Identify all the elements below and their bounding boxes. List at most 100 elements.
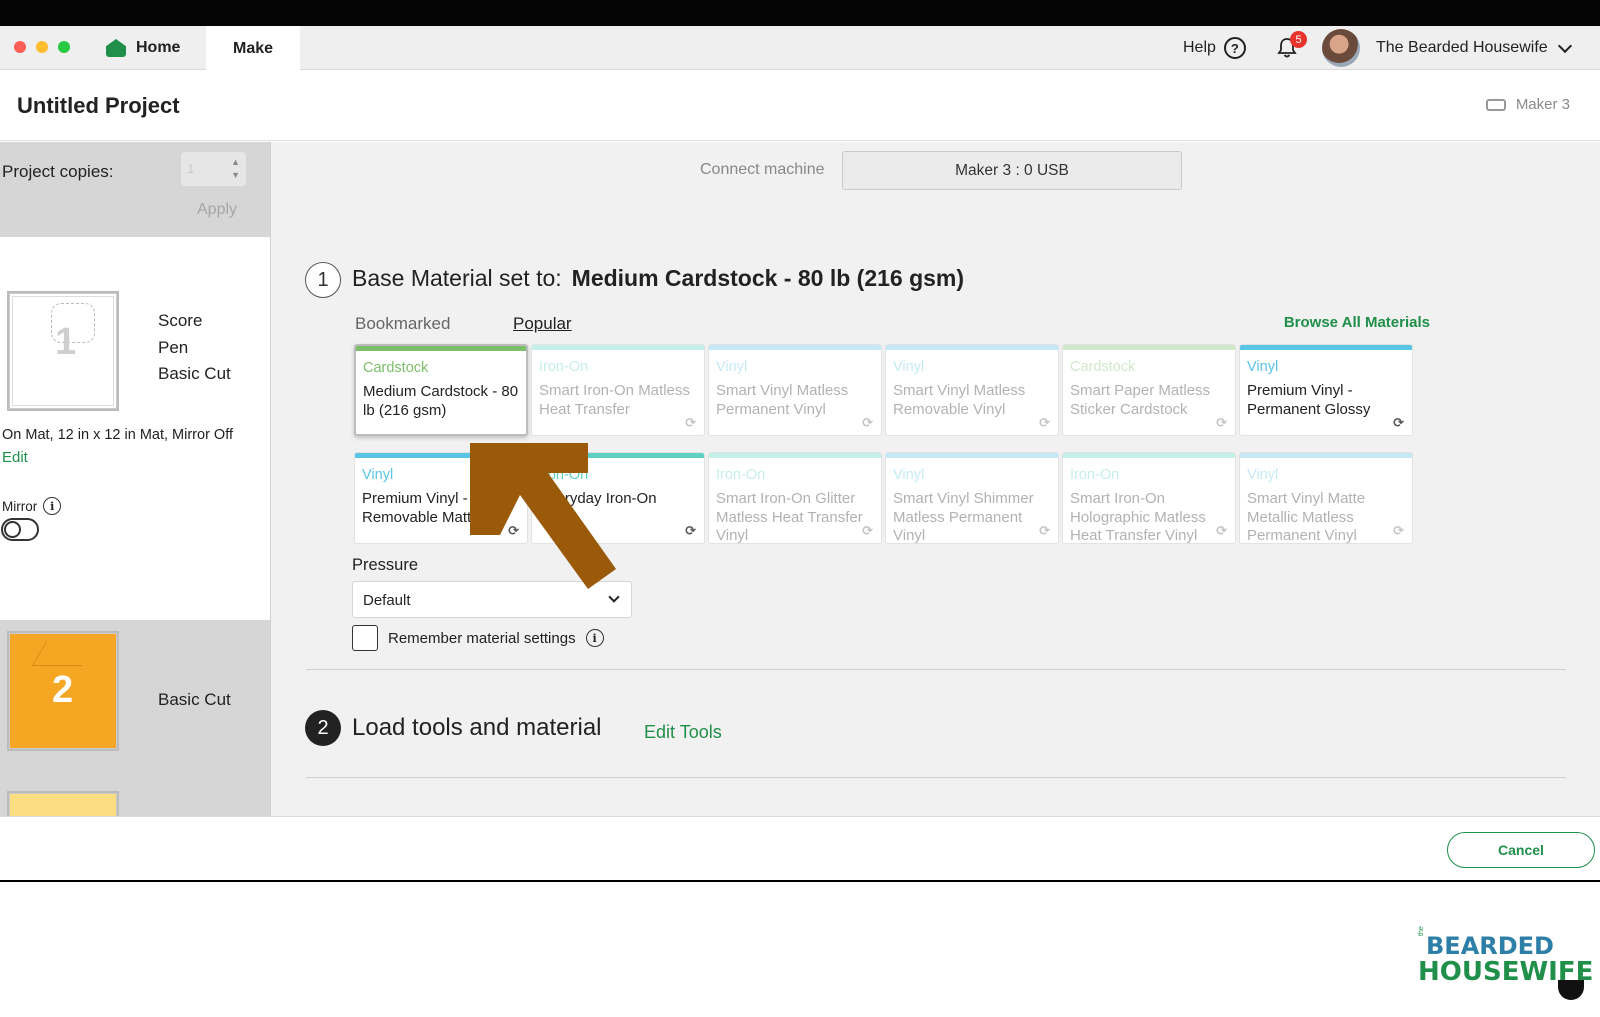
material-category-bar <box>532 345 704 350</box>
material-category-bar <box>886 453 1058 458</box>
help-button[interactable]: Help ? <box>1183 26 1246 70</box>
tab-make[interactable]: Make <box>206 26 300 71</box>
cancel-button[interactable]: Cancel <box>1447 832 1595 868</box>
home-icon <box>106 39 126 57</box>
cricut-icon: ⟳ <box>862 415 873 430</box>
project-copies-stepper[interactable]: 1 ▲ ▼ <box>181 152 246 186</box>
material-category: Vinyl <box>893 467 925 483</box>
material-category-bar <box>1240 345 1412 350</box>
material-card[interactable]: Vinyl Smart Vinyl Matte Metallic Matless … <box>1239 452 1413 544</box>
cricut-icon: ⟳ <box>1216 415 1227 430</box>
material-name: Smart Vinyl Matless Permanent Vinyl <box>716 382 849 418</box>
maximize-window-button[interactable] <box>58 41 70 53</box>
base-material-heading: Base Material set to: Medium Cardstock - … <box>352 265 964 292</box>
step-1-number: 1 <box>305 262 341 298</box>
material-name: Smart Iron-On Glitter Matless Heat Trans… <box>716 490 863 544</box>
remember-material-checkbox[interactable] <box>352 625 378 651</box>
info-icon[interactable]: i <box>585 629 604 647</box>
material-card[interactable]: Iron-On Smart Iron-On Glitter Matless Hea… <box>708 452 882 544</box>
material-name: Smart Vinyl Matless Removable Vinyl <box>893 382 1026 418</box>
material-category-bar <box>886 345 1058 350</box>
material-name: Medium Cardstock - 80 lb (216 gsm) <box>363 383 519 419</box>
tab-bookmarked[interactable]: Bookmarked <box>355 314 450 334</box>
material-card[interactable]: Iron-On Smart Iron-On Holographic Matless… <box>1062 452 1236 544</box>
material-name: Smart Iron-On Holographic Matless Heat T… <box>1070 490 1206 544</box>
material-card[interactable]: Cardstock Medium Cardstock - 80 lb (216 g… <box>354 344 528 436</box>
operation-basic-cut: Basic Cut <box>158 364 231 383</box>
material-card[interactable]: Vinyl Smart Vinyl Shimmer Matless Permane… <box>885 452 1059 544</box>
project-header: Untitled Project Maker 3 <box>0 71 1600 141</box>
mat-2-number: 2 <box>52 669 74 711</box>
cricut-icon: ⟳ <box>1393 523 1404 538</box>
material-card[interactable]: Vinyl Smart Vinyl Matless Permanent Vinyl… <box>708 344 882 436</box>
notifications-button[interactable]: 5 <box>1276 31 1307 61</box>
material-category-bar <box>1063 345 1235 350</box>
material-category: Iron-On <box>716 467 766 483</box>
material-category: Iron-On <box>539 359 589 375</box>
footer-bar: Cancel <box>0 816 1600 882</box>
material-name: Smart Iron-On Matless Heat Transfer <box>539 382 690 418</box>
operation-score: Score <box>158 311 203 330</box>
material-card[interactable]: Vinyl Smart Vinyl Matless Removable Vinyl… <box>885 344 1059 436</box>
beard-icon <box>1558 980 1584 1000</box>
material-category-bar <box>709 453 881 458</box>
info-icon[interactable]: i <box>43 497 62 515</box>
tab-home-label: Home <box>136 39 181 56</box>
user-menu[interactable]: The Bearded Housewife <box>1376 26 1572 70</box>
avatar[interactable] <box>1322 29 1360 67</box>
title-bar: Home Make Help ? 5 The Bearded Housewife <box>0 26 1600 71</box>
mat-1-settings: On Mat, 12 in x 12 in Mat, Mirror Off <box>2 427 234 443</box>
material-name: Smart Paper Matless Sticker Cardstock <box>1070 382 1211 418</box>
material-category-bar <box>1063 453 1235 458</box>
project-copies-value: 1 <box>187 161 195 176</box>
help-label: Help <box>1183 39 1216 56</box>
material-category: Cardstock <box>363 360 429 376</box>
mirror-toggle[interactable] <box>1 518 39 541</box>
material-category: Vinyl <box>1247 359 1279 375</box>
connect-machine-label: Connect machine <box>700 161 825 178</box>
material-card[interactable]: Vinyl Premium Vinyl - Permanent Glossy ⟳ <box>1239 344 1413 436</box>
edit-tools-link[interactable]: Edit Tools <box>644 722 722 743</box>
project-copies-box: Project copies: 1 ▲ ▼ Apply <box>0 142 270 237</box>
tab-popular[interactable]: Popular <box>513 314 572 334</box>
operation-pen: Pen <box>158 337 189 357</box>
section-divider <box>306 669 1566 670</box>
machine-name: Maker 3 <box>1515 96 1570 113</box>
material-card[interactable]: Cardstock Smart Paper Matless Sticker Car… <box>1062 344 1236 436</box>
tab-home[interactable]: Home <box>106 26 180 70</box>
mirror-label-row: Mirror i <box>2 497 62 515</box>
apply-button[interactable]: Apply <box>197 201 237 219</box>
base-material-prefix: Base Material set to: <box>352 265 562 291</box>
remember-material-label: Remember material settings <box>388 629 576 647</box>
cricut-icon: ⟳ <box>1216 523 1227 538</box>
cricut-icon: ⟳ <box>1039 523 1050 538</box>
project-copies-label: Project copies: <box>2 162 114 181</box>
material-name: Smart Vinyl Matte Metallic Matless Perma… <box>1247 490 1366 544</box>
minimize-window-button[interactable] <box>36 41 48 53</box>
section-divider <box>306 777 1566 778</box>
close-window-button[interactable] <box>14 41 26 53</box>
material-card[interactable]: Iron-On Smart Iron-On Matless Heat Transf… <box>531 344 705 436</box>
stepper-arrows-icon[interactable]: ▲ ▼ <box>231 156 240 182</box>
load-tools-heading: Load tools and material <box>352 714 602 741</box>
edit-mat-link[interactable]: Edit <box>2 449 28 466</box>
material-name: Smart Vinyl Shimmer Matless Permanent Vi… <box>893 490 1034 544</box>
mat-1-thumbnail[interactable]: 1 <box>7 291 119 411</box>
step-2-number: 2 <box>305 710 341 746</box>
browse-all-materials-link[interactable]: Browse All Materials <box>1284 314 1430 331</box>
material-name: Premium Vinyl - Permanent Glossy <box>1247 382 1371 418</box>
cricut-design-space-window: Home Make Help ? 5 The Bearded Housewife… <box>0 26 1600 882</box>
cricut-icon: ⟳ <box>685 415 696 430</box>
user-name: The Bearded Housewife <box>1376 39 1548 56</box>
material-category: Vinyl <box>1247 467 1279 483</box>
notification-badge: 5 <box>1290 31 1307 48</box>
material-category: Vinyl <box>716 359 748 375</box>
remember-material-row: Remember material settings i <box>352 625 604 651</box>
cricut-icon: ⟳ <box>1039 415 1050 430</box>
machine-indicator: Maker 3 <box>1485 96 1570 113</box>
cricut-icon: ⟳ <box>685 523 696 538</box>
connect-machine-button[interactable]: Maker 3 : 0 USB <box>842 151 1182 190</box>
mirror-label: Mirror <box>2 498 38 514</box>
bearded-housewife-logo: the BEARDED HOUSEWIFE <box>1418 926 1593 1000</box>
mat-2-thumbnail[interactable]: 2 <box>7 631 119 751</box>
